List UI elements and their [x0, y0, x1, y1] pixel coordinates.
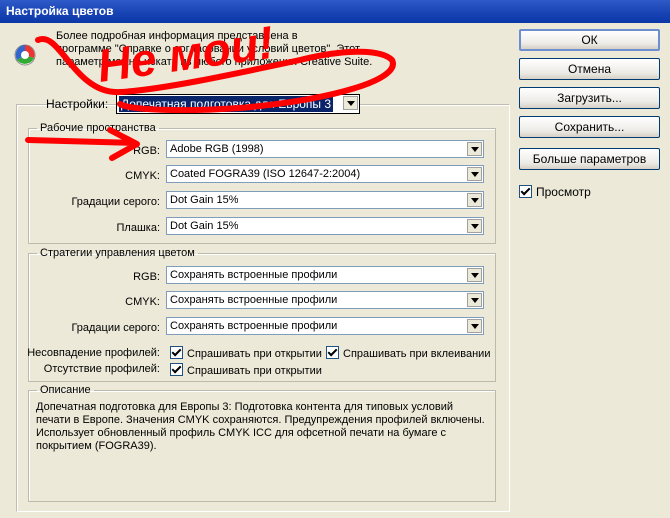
description-text: Допечатная подготовка для Европы 3: Подг… — [36, 401, 485, 452]
mismatch-paste-checkbox[interactable]: Спрашивать при вклеивании — [326, 346, 490, 360]
info-line: Более подробная информация представлена … — [56, 30, 298, 42]
settings-value: Допечатная подготовка для Европы 3 — [119, 96, 334, 112]
policy-gray-select[interactable]: Сохранять встроенные профили — [166, 317, 484, 335]
preview-label: Просмотр — [536, 185, 591, 199]
policy-gray-label: Градации серого: — [71, 322, 160, 334]
policies-legend: Стратегии управления цветом — [40, 247, 195, 259]
workspace-gray-label: Градации серого: — [71, 196, 160, 208]
info-line: программе "Справке о согласовании услови… — [56, 43, 361, 55]
chevron-down-icon[interactable] — [467, 268, 482, 282]
settings-select[interactable]: Допечатная подготовка для Европы 3 — [116, 94, 360, 114]
window-title: Настройка цветов — [6, 4, 114, 18]
cancel-button[interactable]: Отмена — [519, 58, 660, 80]
mismatch-paste-label: Спрашивать при вклеивании — [343, 348, 491, 360]
preview-checkbox[interactable]: Просмотр — [519, 185, 591, 199]
mismatch-open-label: Спрашивать при открытии — [187, 348, 322, 360]
color-settings-window: Настройка цветов Более подробная информа… — [0, 0, 670, 518]
workspace-cmyk-value: Coated FOGRA39 (ISO 12647-2:2004) — [170, 168, 361, 180]
workspace-rgb-value: Adobe RGB (1998) — [170, 143, 264, 155]
description-legend: Описание — [40, 384, 91, 396]
chevron-down-icon[interactable] — [467, 319, 482, 333]
policy-gray-value: Сохранять встроенные профили — [170, 320, 338, 332]
workspace-spot-value: Dot Gain 15% — [170, 220, 239, 232]
title-bar: Настройка цветов — [0, 0, 670, 23]
workspace-cmyk-select[interactable]: Coated FOGRA39 (ISO 12647-2:2004) — [166, 165, 484, 183]
chevron-down-icon[interactable] — [467, 293, 482, 307]
workspace-rgb-select[interactable]: Adobe RGB (1998) — [166, 140, 484, 158]
workspace-spot-label: Плашка: — [116, 222, 161, 234]
settings-label: Настройки: — [46, 97, 109, 111]
chevron-down-icon[interactable] — [467, 142, 482, 156]
info-text: Более подробная информация представлена … — [56, 30, 373, 69]
policy-rgb-value: Сохранять встроенные профили — [170, 269, 338, 281]
workspace-cmyk-label: CMYK: — [125, 170, 160, 182]
checkbox-checked-icon[interactable] — [519, 185, 532, 198]
save-button[interactable]: Сохранить... — [519, 116, 660, 138]
checkbox-checked-icon[interactable] — [326, 346, 339, 359]
mismatch-open-checkbox[interactable]: Спрашивать при открытии — [170, 346, 322, 360]
info-line: параметр можно искать из любого приложен… — [56, 56, 373, 68]
workspace-spot-select[interactable]: Dot Gain 15% — [166, 217, 484, 235]
chevron-down-icon[interactable] — [467, 193, 482, 207]
chevron-down-icon[interactable] — [467, 167, 482, 181]
workspace-rgb-label: RGB: — [133, 145, 160, 157]
policy-cmyk-value: Сохранять встроенные профили — [170, 294, 338, 306]
mismatch-label: Несовпадение профилей: — [27, 347, 160, 359]
workspace-gray-value: Dot Gain 15% — [170, 194, 239, 206]
missing-open-label: Спрашивать при открытии — [187, 365, 322, 377]
policy-cmyk-select[interactable]: Сохранять встроенные профили — [166, 291, 484, 309]
policy-rgb-label: RGB: — [133, 271, 160, 283]
workspace-gray-select[interactable]: Dot Gain 15% — [166, 191, 484, 209]
workspaces-legend: Рабочие пространства — [40, 122, 156, 134]
checkbox-checked-icon[interactable] — [170, 346, 183, 359]
checkbox-checked-icon[interactable] — [170, 363, 183, 376]
load-button[interactable]: Загрузить... — [519, 87, 660, 109]
color-wheel-icon — [14, 44, 36, 66]
more-options-button[interactable]: Больше параметров — [519, 148, 660, 170]
missing-label: Отсутствие профилей: — [43, 363, 160, 375]
policy-rgb-select[interactable]: Сохранять встроенные профили — [166, 266, 484, 284]
chevron-down-icon[interactable] — [467, 219, 482, 233]
chevron-down-icon[interactable] — [343, 96, 358, 110]
ok-button[interactable]: ОК — [519, 29, 660, 51]
missing-open-checkbox[interactable]: Спрашивать при открытии — [170, 363, 322, 377]
policy-cmyk-label: CMYK: — [125, 296, 160, 308]
